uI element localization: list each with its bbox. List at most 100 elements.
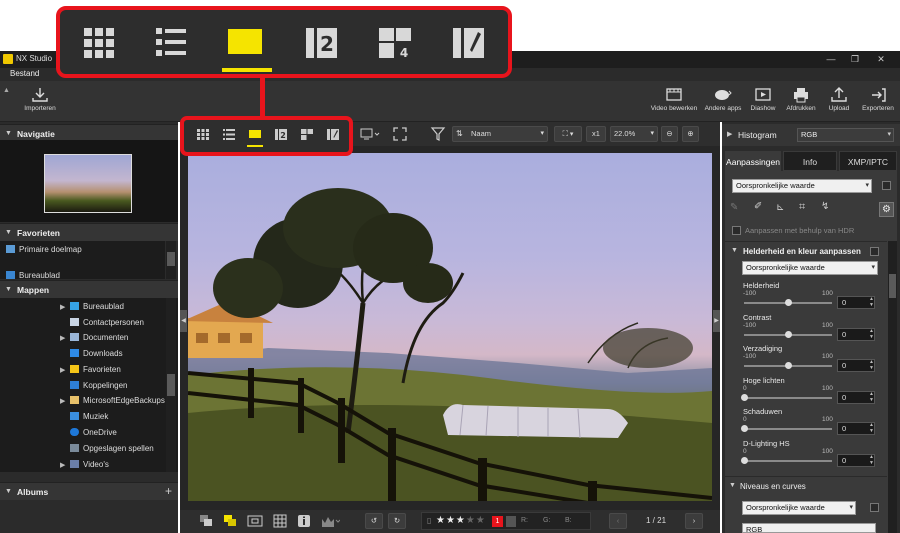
left-panel-toggle[interactable]: ◀ bbox=[180, 310, 187, 332]
collapse-icon[interactable]: ▼ bbox=[729, 482, 736, 489]
folder-item[interactable]: Muziek bbox=[70, 412, 108, 421]
sort-dropdown[interactable]: ⇅ Naam ▾ bbox=[452, 126, 548, 142]
spin-buttons[interactable]: ▲ ▼ bbox=[868, 454, 875, 467]
image-viewer-icon[interactable] bbox=[224, 24, 266, 62]
section2-preset-dropdown[interactable]: Oorspronkelijke waarde ▾ bbox=[742, 501, 856, 515]
zoom-1x-button[interactable]: x1 bbox=[586, 126, 606, 142]
panel-toggle-icon[interactable]: ▲ bbox=[3, 87, 10, 94]
spin-buttons[interactable]: ▲ ▼ bbox=[868, 328, 875, 341]
folder-item[interactable]: Favorieten bbox=[70, 365, 121, 374]
spin-buttons[interactable]: ▲ ▼ bbox=[868, 296, 875, 309]
grid-button[interactable] bbox=[272, 513, 290, 529]
label-badge[interactable]: 1 bbox=[492, 516, 503, 527]
zoom-in-button[interactable]: ⊕ bbox=[682, 126, 699, 142]
close-button[interactable]: ✕ bbox=[872, 53, 890, 66]
thumbnail-list-icon[interactable] bbox=[222, 128, 236, 141]
upload-button[interactable]: Upload bbox=[824, 87, 854, 119]
minimize-button[interactable]: — bbox=[822, 53, 840, 66]
fit-to-screen-dropdown[interactable]: ⛶ ▾ bbox=[554, 126, 582, 142]
expand-icon[interactable]: ▶ bbox=[60, 366, 65, 374]
histogram-channel-dropdown[interactable]: RGB ▾ bbox=[797, 128, 894, 142]
zoom-out-button[interactable]: ⊖ bbox=[661, 126, 678, 142]
slider-track[interactable] bbox=[744, 397, 832, 399]
navigation-thumbnail[interactable] bbox=[44, 154, 132, 213]
color-label-button[interactable] bbox=[222, 513, 240, 529]
slider-knob[interactable] bbox=[740, 457, 748, 464]
display-mode-button[interactable] bbox=[360, 126, 380, 142]
four-image-compare-icon[interactable] bbox=[300, 128, 314, 141]
adjustments-scroll-thumb[interactable] bbox=[889, 274, 896, 298]
zoom-dropdown[interactable]: 22.0% ▾ bbox=[610, 126, 658, 142]
filter-button[interactable] bbox=[430, 126, 448, 142]
folder-item[interactable]: OneDrive bbox=[70, 428, 117, 437]
slider-knob[interactable] bbox=[740, 425, 748, 432]
straighten-icon[interactable]: ⊾ bbox=[776, 202, 784, 213]
folder-item[interactable]: MicrosoftEdgeBackups bbox=[70, 396, 165, 405]
settings-gear-icon[interactable]: ⚙ bbox=[879, 202, 894, 217]
slider-track[interactable] bbox=[744, 460, 832, 462]
rotate-right-button[interactable]: ↻ bbox=[388, 513, 406, 529]
export-button[interactable]: Exporteren bbox=[858, 87, 898, 119]
before-after-compare-icon[interactable] bbox=[448, 24, 490, 62]
preset-checkbox[interactable] bbox=[882, 181, 891, 190]
print-button[interactable]: Afdrukken bbox=[784, 87, 818, 119]
crop-icon[interactable]: ⌗ bbox=[799, 201, 805, 214]
favorite-item[interactable]: Bureaublad bbox=[6, 271, 60, 279]
right-panel-toggle[interactable]: ▶ bbox=[713, 310, 720, 332]
expand-icon[interactable]: ▶ bbox=[60, 397, 65, 405]
section2-channel-dropdown[interactable]: RGB bbox=[742, 523, 876, 533]
folders-scroll-thumb[interactable] bbox=[167, 374, 175, 396]
spin-buttons[interactable]: ▲ ▼ bbox=[868, 391, 875, 404]
expand-icon[interactable]: ▶ bbox=[60, 303, 65, 311]
section2-checkbox[interactable] bbox=[870, 503, 879, 512]
info-button[interactable] bbox=[296, 513, 314, 529]
tab-info[interactable]: Info bbox=[783, 151, 837, 171]
slider-track[interactable] bbox=[744, 428, 832, 430]
thumbnail-grid-icon[interactable] bbox=[78, 24, 120, 62]
section1-checkbox[interactable] bbox=[870, 247, 879, 256]
image-viewer-icon[interactable] bbox=[248, 128, 262, 141]
fullscreen-button[interactable] bbox=[392, 126, 410, 142]
folder-item[interactable]: Bureaublad bbox=[70, 302, 124, 311]
tab-xmp-iptc[interactable]: XMP/IPTC bbox=[839, 151, 897, 171]
section1-preset-dropdown[interactable]: Oorspronkelijke waarde ▾ bbox=[742, 261, 878, 275]
maximize-button[interactable]: ❐ bbox=[846, 53, 864, 66]
slideshow-button[interactable]: Diashow bbox=[748, 87, 778, 119]
folder-item[interactable]: Video's bbox=[70, 460, 109, 470]
before-after-compare-icon[interactable] bbox=[326, 128, 340, 141]
collapse-icon[interactable]: ▼ bbox=[731, 247, 738, 254]
edit-movie-button[interactable]: Video bewerken bbox=[649, 87, 699, 119]
slider-knob[interactable] bbox=[784, 331, 792, 338]
rotate-frame-button[interactable] bbox=[246, 513, 264, 529]
folder-item[interactable]: Documenten bbox=[70, 333, 128, 342]
thumbnail-grid-icon[interactable] bbox=[196, 128, 210, 141]
main-photo[interactable] bbox=[188, 153, 712, 501]
menu-file[interactable]: Bestand bbox=[10, 69, 39, 78]
slider-knob[interactable] bbox=[740, 394, 748, 401]
favorites-header[interactable]: ▼ Favorieten bbox=[0, 223, 178, 241]
other-apps-button[interactable]: Andere apps bbox=[702, 87, 744, 119]
folder-item[interactable]: Contactpersonen bbox=[70, 318, 144, 327]
albums-header[interactable]: ▼ Albums + bbox=[0, 482, 178, 500]
hdr-checkbox[interactable] bbox=[732, 226, 741, 235]
compare-images-button[interactable] bbox=[198, 513, 216, 529]
histogram-overlay-button[interactable] bbox=[320, 513, 341, 529]
rotate-left-button[interactable]: ↺ bbox=[365, 513, 383, 529]
slider-knob[interactable] bbox=[784, 362, 792, 369]
favorite-item[interactable]: Primaire doelmap bbox=[6, 245, 82, 254]
four-image-compare-icon[interactable]: 4 bbox=[374, 24, 416, 62]
two-image-compare-icon[interactable]: 2 bbox=[300, 24, 342, 62]
folder-item[interactable]: Opgeslagen spellen bbox=[70, 444, 154, 453]
star-rating[interactable]: ★★★★★ bbox=[436, 515, 486, 526]
folders-header[interactable]: ▼ Mappen bbox=[0, 280, 178, 298]
slider-knob[interactable] bbox=[784, 299, 792, 306]
adjustment-preset-dropdown[interactable]: Oorspronkelijke waarde ▾ bbox=[732, 179, 872, 193]
previous-image-button[interactable]: ‹ bbox=[609, 513, 627, 529]
auto-retouch-icon[interactable]: ✐ bbox=[754, 201, 762, 212]
expand-icon[interactable]: ▶ bbox=[60, 461, 65, 469]
folder-item[interactable]: Downloads bbox=[70, 349, 123, 358]
next-image-button[interactable]: › bbox=[685, 513, 703, 529]
add-album-icon[interactable]: + bbox=[165, 484, 172, 498]
two-image-compare-icon[interactable]: 2 bbox=[274, 128, 288, 141]
spin-buttons[interactable]: ▲ ▼ bbox=[868, 422, 875, 435]
